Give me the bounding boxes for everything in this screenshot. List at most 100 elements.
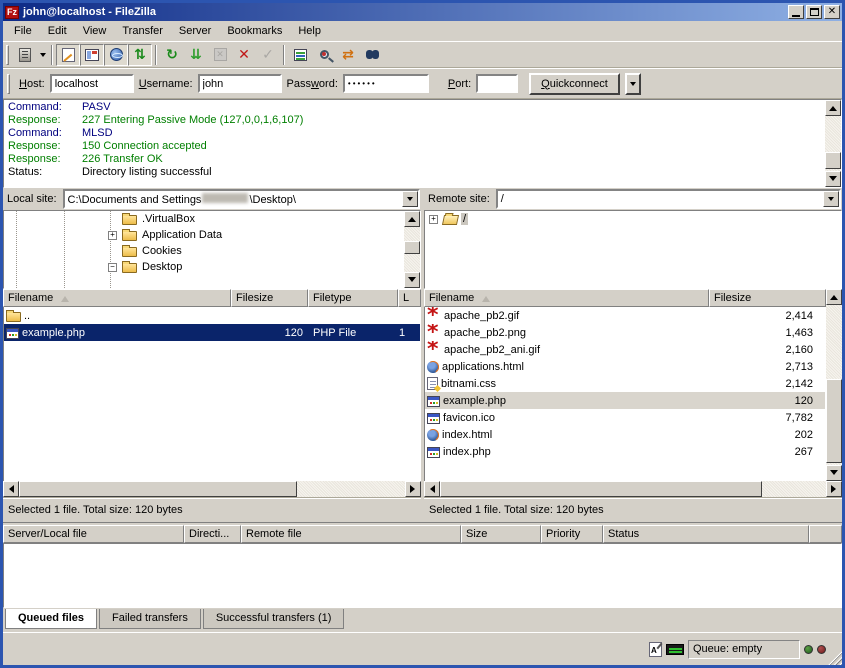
remote-horizontal-scrollbar[interactable] — [424, 481, 842, 497]
cell-filename: apache_pb2.png — [425, 324, 710, 341]
scroll-left-button[interactable] — [424, 481, 440, 497]
find-files-button[interactable] — [360, 44, 384, 66]
column-header-label: Priority — [546, 528, 580, 540]
site-manager-dropdown-button[interactable] — [37, 44, 48, 66]
scroll-thumb[interactable] — [826, 379, 842, 463]
column-header-filesize[interactable]: Filesize — [231, 289, 308, 307]
scroll-up-button[interactable] — [826, 289, 842, 305]
scroll-thumb[interactable] — [825, 152, 841, 169]
tab-failed-transfers[interactable]: Failed transfers — [99, 609, 201, 629]
toggle-remote-tree-button[interactable] — [104, 44, 128, 66]
column-header-status[interactable]: Status — [603, 525, 809, 543]
column-header-server-local-file[interactable]: Server/Local file — [3, 525, 184, 543]
column-header-remote-file[interactable]: Remote file — [241, 525, 461, 543]
reconnect-button[interactable]: ✓ — [256, 44, 280, 66]
file-row-applications-html[interactable]: applications.html2,713 — [425, 358, 825, 375]
resize-grip[interactable] — [828, 651, 842, 665]
directory-comparison-button[interactable] — [312, 44, 336, 66]
minimize-button[interactable] — [788, 5, 804, 19]
close-button[interactable]: ✕ — [824, 5, 840, 19]
data-type-icon: A — [649, 642, 662, 657]
synchronized-browsing-button[interactable]: ⇄ — [336, 44, 360, 66]
tree-item--virtualbox[interactable]: .VirtualBox — [4, 211, 420, 227]
menu-view[interactable]: View — [76, 23, 114, 39]
tab-queued-files[interactable]: Queued files — [5, 609, 97, 629]
disconnect-button[interactable]: ✕ — [232, 44, 256, 66]
scroll-right-button[interactable] — [826, 481, 842, 497]
process-queue-button[interactable]: ⇊ — [184, 44, 208, 66]
tree-item-desktop[interactable]: −Desktop — [4, 259, 420, 275]
column-header-filesize[interactable]: Filesize — [709, 289, 826, 307]
file-row-apache_pb2-png[interactable]: apache_pb2.png1,463 — [425, 324, 825, 341]
menu-bookmarks[interactable]: Bookmarks — [220, 23, 289, 39]
cancel-operation-button[interactable]: ✕ — [208, 44, 232, 66]
expand-icon[interactable]: + — [429, 215, 438, 224]
file-row-index-php[interactable]: index.php267 — [425, 443, 825, 460]
remote-list-scrollbar[interactable] — [826, 289, 842, 481]
local-combo-dropdown-button[interactable] — [402, 191, 418, 207]
log-line: Command:MLSD — [4, 127, 841, 140]
filezilla-logo-icon: Fz — [5, 6, 19, 19]
scroll-left-button[interactable] — [3, 481, 19, 497]
file-row-bitnami-css[interactable]: bitnami.css2,142 — [425, 375, 825, 392]
toggle-transfer-queue-button[interactable]: ⇅ — [128, 44, 152, 66]
remote-site-combobox[interactable]: / — [496, 189, 841, 209]
column-header-l[interactable]: L — [398, 289, 421, 307]
port-input[interactable] — [476, 74, 518, 93]
file-row-example-php[interactable]: example.php120PHP File1 — [4, 324, 420, 341]
menu-help[interactable]: Help — [291, 23, 328, 39]
scroll-down-button[interactable] — [825, 171, 841, 187]
file-row-example-php[interactable]: example.php120 — [425, 392, 825, 409]
menu-edit[interactable]: Edit — [41, 23, 74, 39]
username-input[interactable] — [198, 74, 282, 93]
site-manager-button[interactable] — [13, 44, 37, 66]
tree-item-root[interactable]: +/ — [425, 211, 841, 227]
cell-filename: example.php — [425, 392, 710, 409]
refresh-button[interactable]: ↻ — [160, 44, 184, 66]
host-input[interactable] — [50, 74, 134, 93]
minimize-icon — [792, 15, 800, 17]
log-scrollbar[interactable] — [825, 100, 841, 187]
expand-icon[interactable]: + — [108, 231, 117, 240]
collapse-icon[interactable]: − — [108, 263, 117, 272]
quickconnect-button[interactable]: Quickconnect — [529, 73, 620, 95]
directory-listing-filters-button[interactable] — [288, 44, 312, 66]
menu-transfer[interactable]: Transfer — [115, 23, 170, 39]
local-site-combobox[interactable]: C:\Documents and Settings\Desktop\ — [63, 189, 420, 209]
windows-file-icon — [427, 413, 440, 424]
scroll-thumb[interactable] — [404, 241, 420, 254]
tree-item-cookies[interactable]: Cookies — [4, 243, 420, 259]
menu-file[interactable]: File — [7, 23, 39, 39]
file-row-favicon-ico[interactable]: favicon.ico7,782 — [425, 409, 825, 426]
file-row-index-html[interactable]: index.html202 — [425, 426, 825, 443]
toggle-message-log-button[interactable] — [56, 44, 80, 66]
column-header-filetype[interactable]: Filetype — [308, 289, 398, 307]
file-row-apache_pb2_ani-gif[interactable]: apache_pb2_ani.gif2,160 — [425, 341, 825, 358]
remote-combo-dropdown-button[interactable] — [823, 191, 839, 207]
quickconnect-dropdown-button[interactable] — [625, 73, 641, 95]
password-input[interactable] — [343, 74, 429, 93]
column-header-size[interactable]: Size — [461, 525, 541, 543]
column-header-priority[interactable]: Priority — [541, 525, 603, 543]
scroll-down-button[interactable] — [826, 465, 842, 481]
tab-successful-transfers-1-[interactable]: Successful transfers (1) — [203, 609, 345, 629]
scroll-down-button[interactable] — [404, 272, 420, 288]
file-row--[interactable]: .. — [4, 307, 420, 324]
column-header-filename[interactable]: Filename — [424, 289, 709, 307]
scroll-thumb[interactable] — [19, 481, 297, 497]
column-header-filename[interactable]: Filename — [3, 289, 231, 307]
scroll-up-button[interactable] — [404, 211, 420, 227]
column-header-directi-[interactable]: Directi... — [184, 525, 241, 543]
cell-last-modified: 1 — [399, 324, 420, 341]
file-row-apache_pb2-gif[interactable]: apache_pb2.gif2,414 — [425, 307, 825, 324]
scroll-thumb[interactable] — [440, 481, 762, 497]
toggle-local-tree-button[interactable] — [80, 44, 104, 66]
local-tree-scrollbar[interactable] — [404, 211, 420, 288]
local-horizontal-scrollbar[interactable] — [3, 481, 421, 497]
maximize-button[interactable] — [806, 5, 822, 19]
scroll-up-button[interactable] — [825, 100, 841, 116]
menu-server[interactable]: Server — [172, 23, 218, 39]
scroll-right-button[interactable] — [405, 481, 421, 497]
tree-item-application-data[interactable]: +Application Data — [4, 227, 420, 243]
column-header-filler — [809, 525, 842, 543]
